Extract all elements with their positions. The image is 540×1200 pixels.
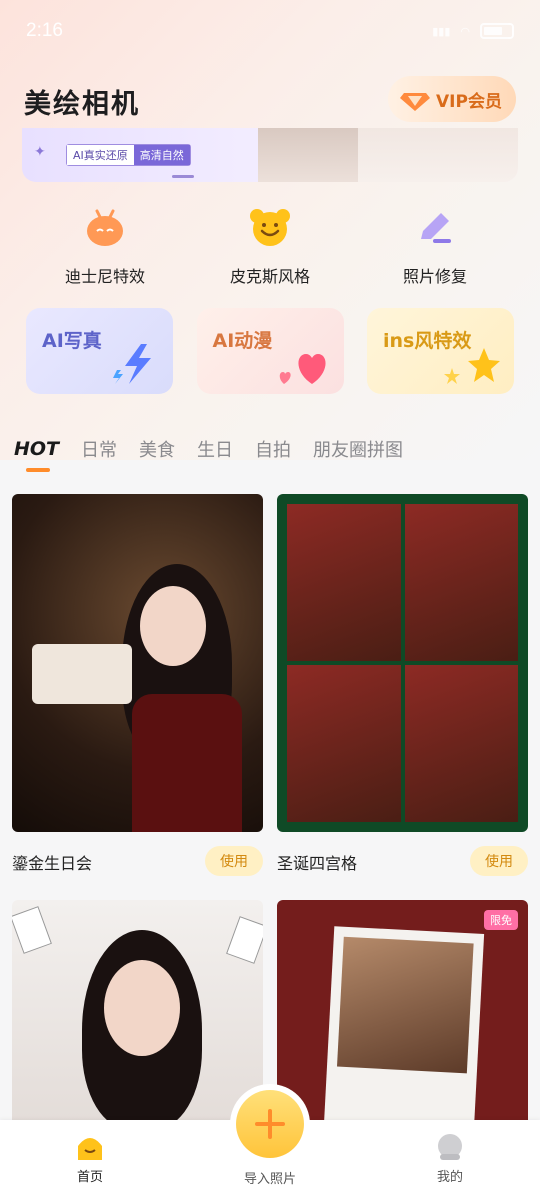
photo-dress [132, 694, 242, 832]
wifi-icon: ◠ [460, 24, 470, 38]
home-icon [78, 1138, 102, 1160]
yellow-bear-icon [248, 205, 292, 249]
status-bar: 2:16 ▮▮▮ ◠ [0, 0, 540, 62]
plus-icon [255, 1109, 285, 1139]
feature-label: 迪士尼特效 [64, 267, 145, 286]
tab-food[interactable]: 美食 [139, 436, 175, 462]
photo-face [104, 960, 180, 1056]
feature-label: 照片修复 [402, 267, 467, 286]
use-button[interactable]: 使用 [205, 846, 263, 876]
nav-label: 首页 [76, 1170, 103, 1185]
banner-tag-left: AI真实还原 [67, 145, 134, 165]
grid-photo [287, 665, 401, 822]
polaroid-photo [336, 936, 474, 1074]
battery-icon [480, 23, 514, 39]
status-icons: ▮▮▮ ◠ [432, 23, 514, 39]
christmas-grid [287, 504, 518, 822]
template-name: 圣诞四宫格 [277, 854, 358, 873]
tab-selfie[interactable]: 自拍 [255, 436, 291, 462]
feature-photo-repair[interactable]: 照片修复 [360, 205, 510, 287]
free-badge: 限免 [484, 910, 518, 930]
feature-label: 皮克斯风格 [229, 267, 310, 286]
banner-tag: AI真实还原 高清自然 [66, 144, 191, 166]
feature-disney[interactable]: 迪士尼特效 [30, 205, 180, 287]
nav-label: 我的 [436, 1170, 463, 1185]
template-card-christmas-grid[interactable] [277, 494, 528, 832]
template-card-gold-birthday[interactable] [12, 494, 263, 832]
template-card-poker[interactable] [12, 900, 263, 1130]
grid-photo [404, 665, 518, 822]
template-card-polaroid[interactable]: 限免 [277, 900, 528, 1130]
grid-photo [287, 504, 401, 661]
playing-card [12, 906, 52, 954]
signal-icon: ▮▮▮ [432, 24, 451, 38]
vip-label: VIP会员 [436, 91, 502, 112]
nav-import[interactable]: 导入照片 [230, 1168, 310, 1187]
feature-row: 迪士尼特效 皮克斯风格 照片修复 [30, 205, 510, 287]
category-tabs: HOT 日常 美食 生日 自拍 朋友圈拼图 [14, 436, 403, 472]
nav-mine[interactable]: 我的 [410, 1134, 490, 1185]
effect-cards: AI写真 AI动漫 ins风特效 [26, 308, 514, 394]
tab-daily[interactable]: 日常 [81, 436, 117, 462]
card-ai-anime[interactable]: AI动漫 [196, 308, 344, 394]
photo-face [140, 586, 206, 666]
purple-pen-icon [413, 205, 457, 249]
tab-collage[interactable]: 朋友圈拼图 [313, 436, 403, 462]
feature-pixar[interactable]: 皮克斯风格 [195, 205, 345, 287]
vip-button[interactable]: VIP会员 [388, 76, 516, 122]
banner-photo-left [258, 128, 358, 182]
tab-birthday[interactable]: 生日 [197, 436, 233, 462]
promo-banner[interactable]: ✦ AI真实还原 高清自然 [22, 128, 518, 182]
polaroid-frame [323, 926, 485, 1130]
card-ai-portrait[interactable]: AI写真 [26, 308, 173, 394]
profile-icon [438, 1134, 462, 1160]
import-photo-button[interactable] [230, 1084, 310, 1164]
card-ins-effect[interactable]: ins风特效 [367, 308, 514, 394]
plus-button-fill [236, 1090, 304, 1158]
status-time: 2:16 [26, 20, 63, 41]
playing-card [226, 916, 263, 964]
vip-gem-icon [400, 87, 430, 111]
grid-photo [404, 504, 518, 661]
app-title: 美绘相机 [24, 89, 140, 120]
banner-tag-right: 高清自然 [133, 145, 190, 165]
use-button[interactable]: 使用 [470, 846, 528, 876]
star-icon [444, 348, 500, 384]
tab-hot[interactable]: HOT [14, 438, 59, 472]
banner-indicator [172, 175, 194, 178]
nav-label: 导入照片 [243, 1172, 296, 1187]
sparkle-icon: ✦ [34, 144, 46, 160]
lightning-icon [113, 344, 151, 384]
orange-bot-icon [83, 205, 127, 249]
template-name: 鎏金生日会 [12, 854, 93, 873]
heart-icon [279, 354, 326, 384]
banner-photo-right [358, 128, 518, 182]
photo-cake [32, 644, 132, 704]
nav-home[interactable]: 首页 [50, 1134, 130, 1185]
